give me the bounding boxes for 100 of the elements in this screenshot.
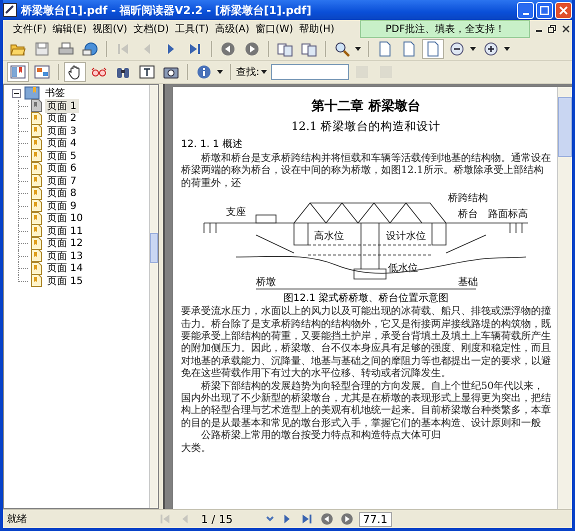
tree-item[interactable]: 页面 6	[45, 161, 79, 176]
bookmark-page-icon	[31, 99, 42, 112]
window-title: 桥梁墩台[1].pdf - 福昕阅读器V2.2 - [桥梁墩台[1].pdf]	[21, 2, 312, 18]
diagram-label: 基础	[458, 277, 478, 288]
tree-item[interactable]: 页面 2	[45, 111, 79, 126]
bookmark-page-icon	[31, 212, 42, 225]
tree-item[interactable]: 页面 15	[45, 274, 85, 288]
minimize-button[interactable]	[517, 2, 534, 18]
tree-item[interactable]: 页面 5	[45, 148, 79, 163]
figure-caption: 图12.1 梁式桥桥墩、桥台位置示意图	[282, 292, 450, 306]
printer-icon	[58, 41, 74, 57]
diagram-label: 桥墩	[256, 277, 276, 288]
forward-circle-icon	[244, 41, 260, 57]
diagram-label: 桥台	[458, 209, 478, 220]
bookmark-page-icon	[31, 136, 42, 150]
maximize-button[interactable]	[536, 2, 553, 18]
tree-item[interactable]: 页面 3	[45, 124, 79, 138]
bookmark-panel-icon	[10, 64, 26, 80]
menu-item[interactable]: 工具(T)	[174, 22, 209, 36]
close-button[interactable]	[555, 2, 572, 18]
bookmark-page-icon	[31, 174, 42, 188]
bookmark-page-icon	[31, 274, 42, 288]
caret-icon[interactable]	[355, 47, 361, 51]
zoom-out-icon	[449, 41, 465, 57]
bookmark-page-icon	[31, 124, 42, 138]
diagram-label: 支座	[226, 207, 246, 218]
thumbnail-panel-icon	[34, 64, 50, 80]
menu-item[interactable]: 编辑(E)	[52, 22, 87, 36]
toolbar-button[interactable]	[64, 62, 86, 82]
diagram-label: 路面标高	[488, 209, 528, 220]
bookmark-page-icon	[31, 236, 42, 250]
paragraph: 大类。	[181, 442, 212, 456]
minimize-icon[interactable]	[536, 30, 542, 32]
caret-icon[interactable]	[470, 47, 476, 51]
collapse-toggle[interactable]	[12, 88, 21, 98]
menu-item[interactable]: 文档(D)	[133, 22, 169, 36]
first-page-icon	[115, 41, 131, 57]
scroll-thumb[interactable]	[558, 97, 572, 157]
tree-item[interactable]: 页面 9	[45, 198, 79, 213]
page-view-icon	[377, 41, 393, 57]
dropdown-icon[interactable]	[265, 514, 275, 524]
promo-banner[interactable]: PDF批注、填表，全支持！	[360, 20, 530, 38]
tree-item[interactable]: 书签	[43, 86, 67, 100]
paragraph: 桥梁下部结构的发展趋势为向轻型合理的方向发展。自上个世纪50年代以来，国内外出现了不少新型的桥梁墩台，尤其是在桥墩的表现形式上显得更为突出，把结构上的轻型合理与艺术造型上的美观有机地统一起来。目前桥梁墩台种类繁多，本章的目的是从最基本和常见的墩台形式入手，掌握它们的基本构造、设计原则和一般	[181, 380, 551, 430]
section-title: 12.1 桥梁墩台的构造和设计	[290, 119, 442, 134]
back-circle-icon	[320, 511, 334, 527]
tree-item[interactable]: 页面 4	[45, 136, 79, 150]
paragraph: 公路桥梁上常用的墩台按受力特点和构造特点大体可归	[200, 430, 442, 443]
zoom-field[interactable]: 77.1	[359, 512, 392, 526]
app-icon	[3, 3, 17, 17]
page-view-icon	[425, 41, 441, 57]
menu-item[interactable]: 高级(A)	[214, 22, 250, 36]
bookmark-page-icon	[31, 149, 42, 162]
tree-item[interactable]: 页面 10	[45, 211, 85, 226]
page-number-field[interactable]: 1 / 15	[197, 512, 261, 526]
menu-item[interactable]: 视图(V)	[92, 22, 128, 36]
tree-item[interactable]: 页面 7	[45, 174, 79, 188]
zoom-in-icon	[483, 41, 499, 57]
tree-item[interactable]: 页面 11	[45, 224, 85, 238]
search-field[interactable]	[271, 64, 350, 80]
bookmark-page-icon	[31, 249, 42, 262]
caret-icon[interactable]	[504, 47, 510, 51]
bookmark-book-icon	[24, 86, 40, 100]
tree-item[interactable]: 页面 14	[45, 261, 85, 276]
last-page-icon	[187, 41, 203, 57]
subsection-title: 12. 1. 1 概述	[181, 138, 244, 151]
tree-item[interactable]: 页面 8	[45, 186, 79, 200]
caret-icon[interactable]	[217, 70, 223, 74]
menu-item[interactable]: 文件(F)	[13, 22, 47, 36]
scroll-bar[interactable]	[557, 87, 572, 509]
status-text: 就绪	[7, 512, 28, 526]
close-icon[interactable]	[562, 25, 570, 33]
magnifier-icon	[334, 41, 350, 57]
tree-item[interactable]: 页面 13	[45, 248, 85, 263]
scroll-bar[interactable]	[149, 85, 158, 508]
text-select-icon	[139, 64, 155, 80]
paragraph: 要承受流水压力，水面以上的风力以及可能出现的冰荷载、船只、排筏或漂浮物的撞击力。桥台除了是支承桥跨结构的结构物外，它又是衔接两岸接线路堤的构筑物，既要能承受上部结构的荷重，又要能挡土护岸，承受台背填土及填土上车辆荷载所产生的附加侧压力。因此，桥梁墩、台不仅本身应具有足够的强度、刚度和稳定性，而且对地基的承载能力、沉降量、地基与基础之间的摩阻力等也都提出一定的要求，以避免在这些荷载作用下有过大的水平位移、转动或者沉降发生。	[181, 306, 551, 380]
bookmark-page-icon	[31, 199, 42, 212]
menu-item[interactable]: 窗口(W)	[255, 22, 294, 36]
bookmark-page-icon	[31, 262, 42, 275]
page-nav-button[interactable]	[319, 511, 335, 527]
forward-circle-icon	[340, 511, 354, 527]
scroll-thumb[interactable]	[150, 233, 158, 263]
bookmark-page-icon	[31, 224, 42, 238]
page-nav-button[interactable]	[339, 511, 355, 527]
caret-icon[interactable]	[261, 70, 268, 74]
diagram-label: 高水位	[314, 231, 344, 242]
tree-item[interactable]: 页面 1	[45, 98, 79, 113]
bookmark-page-icon	[31, 162, 42, 175]
menu-item[interactable]: 帮助(H)	[299, 22, 334, 36]
info-icon	[196, 64, 212, 80]
chapter-title: 第十二章 桥梁墩台	[310, 98, 422, 115]
tree-item[interactable]: 页面 12	[45, 236, 85, 250]
toolbar-button[interactable]	[7, 62, 29, 82]
bookmark-page-icon	[31, 186, 42, 200]
minimize-icon	[522, 12, 528, 14]
diagram-label: 桥跨结构	[448, 193, 488, 204]
restore-icon[interactable]	[548, 25, 556, 33]
close-icon	[559, 6, 568, 14]
page-view-icon	[401, 41, 417, 57]
